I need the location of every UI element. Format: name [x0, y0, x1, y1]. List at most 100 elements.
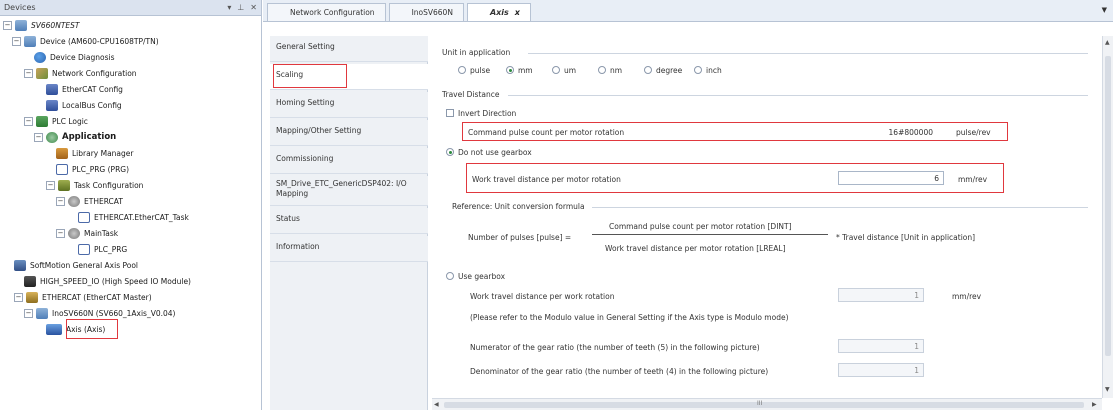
- tree-node-ethercat-config[interactable]: EtherCAT Config: [46, 82, 123, 96]
- expander-icon[interactable]: −: [24, 308, 33, 318]
- use-gearbox-radio[interactable]: [446, 272, 454, 280]
- unit-inch-radio[interactable]: [694, 66, 702, 74]
- travel-group-divider: [508, 95, 1088, 96]
- vertical-scrollbar[interactable]: ▲ ▼: [1102, 36, 1113, 398]
- task-gear-icon: [68, 195, 80, 207]
- scroll-left-icon[interactable]: ◀: [434, 401, 439, 408]
- gear-work-travel-label: Work travel distance per work rotation: [470, 292, 615, 301]
- no-gearbox-radio[interactable]: [446, 148, 454, 156]
- ethercat-config-icon: [46, 83, 58, 95]
- tree-node-plc-prg[interactable]: PLC_PRG (PRG): [56, 162, 129, 176]
- tree-node-device[interactable]: − Device (AM600-CPU1608TP/TN): [12, 34, 159, 48]
- close-panel-icon[interactable]: ✕: [250, 3, 257, 12]
- scaling-content: Unit in application pulse mm um nm degre…: [432, 36, 1102, 398]
- library-icon: [56, 147, 68, 159]
- tab-axis[interactable]: Axis x: [466, 3, 531, 21]
- invert-direction-checkbox[interactable]: [446, 109, 454, 117]
- tab-label: InoSV660N: [411, 8, 453, 17]
- nav-information[interactable]: Information: [270, 236, 428, 262]
- tree-node-plc-logic[interactable]: − PLC Logic: [24, 114, 88, 128]
- horizontal-scrollbar[interactable]: ◀ III ▶: [432, 398, 1102, 410]
- editor-tabs: Network Configuration InoSV660N Axis x ▼: [263, 0, 1113, 22]
- tree-node-high-speed-io[interactable]: HIGH_SPEED_IO (High Speed IO Module): [24, 274, 191, 288]
- invert-direction-label: Invert Direction: [458, 109, 517, 118]
- io-module-icon: [24, 275, 36, 287]
- denominator-field[interactable]: 1: [838, 363, 924, 377]
- scroll-right-icon[interactable]: ▶: [1092, 401, 1097, 408]
- vertical-scroll-thumb[interactable]: [1105, 56, 1111, 356]
- tree-node-task-configuration[interactable]: − Task Configuration: [46, 178, 143, 192]
- tree-node-library-manager[interactable]: Library Manager: [56, 146, 133, 160]
- numerator-field[interactable]: 1: [838, 339, 924, 353]
- scroll-up-icon[interactable]: ▲: [1105, 39, 1110, 46]
- tree-node-network-configuration[interactable]: − Network Configuration: [24, 66, 137, 80]
- nav-general-setting[interactable]: General Setting: [270, 36, 428, 62]
- tab-inosv660n[interactable]: InoSV660N: [388, 3, 464, 21]
- expander-icon[interactable]: −: [14, 292, 23, 302]
- unit-mm-radio[interactable]: [506, 66, 514, 74]
- tree-node-ethercat-task-call[interactable]: ETHERCAT.EtherCAT_Task: [78, 210, 189, 224]
- tree-node-device-diagnosis[interactable]: Device Diagnosis: [34, 50, 115, 64]
- axis-highlight-box: [66, 319, 118, 339]
- nav-homing-setting[interactable]: Homing Setting: [270, 92, 428, 118]
- tab-network-configuration[interactable]: Network Configuration: [267, 3, 386, 21]
- tree-node-softmotion-axis-pool[interactable]: SoftMotion General Axis Pool: [14, 258, 138, 272]
- axis-settings-nav: General Setting Scaling Homing Setting M…: [270, 36, 428, 410]
- tree-node-label: PLC_PRG: [94, 244, 128, 254]
- nav-commissioning[interactable]: Commissioning: [270, 148, 428, 174]
- tree-node-inosv660n[interactable]: − InoSV660N (SV660_1Axis_V0.04): [24, 306, 175, 320]
- tree-node-ethercat-task[interactable]: − ETHERCAT: [56, 194, 123, 208]
- formula-title: Reference: Unit conversion formula: [452, 202, 585, 211]
- scroll-down-icon[interactable]: ▼: [1105, 386, 1110, 393]
- pin-dropdown-icon[interactable]: ▾: [227, 3, 231, 12]
- tree-node-project[interactable]: − SV660NTEST: [3, 18, 79, 32]
- expander-icon[interactable]: −: [24, 116, 33, 126]
- scroll-grip-icon: III: [757, 400, 763, 407]
- expander-icon[interactable]: −: [12, 36, 21, 46]
- tree-node-ethercat-master[interactable]: − ETHERCAT (EtherCAT Master): [14, 290, 152, 304]
- tree-node-label: SoftMotion General Axis Pool: [30, 260, 139, 270]
- tree-node-label: InoSV660N (SV660_1Axis_V0.04): [52, 308, 176, 318]
- dock-icon[interactable]: ⊥: [237, 3, 244, 12]
- expander-icon[interactable]: −: [56, 196, 65, 206]
- gear-work-travel-unit: mm/rev: [952, 292, 982, 301]
- unit-degree-radio[interactable]: [644, 66, 652, 74]
- tree-node-label: EtherCAT Config: [62, 84, 123, 94]
- unit-um-radio[interactable]: [552, 66, 560, 74]
- tree-node-label: HIGH_SPEED_IO (High Speed IO Module): [40, 276, 191, 286]
- device-icon: [396, 8, 406, 18]
- unit-um-label: um: [564, 66, 577, 75]
- unit-pulse-radio[interactable]: [458, 66, 466, 74]
- expander-icon[interactable]: −: [46, 180, 55, 190]
- tree-node-label: PLC_PRG (PRG): [72, 164, 130, 174]
- scaling-highlight-box: [273, 64, 347, 88]
- close-tab-icon[interactable]: x: [515, 8, 520, 17]
- expander-icon[interactable]: −: [34, 132, 43, 142]
- tree-node-label: MainTask: [84, 228, 119, 238]
- program-icon: [56, 163, 68, 175]
- formula-right: * Travel distance [Unit in application]: [836, 233, 976, 242]
- work-travel-highlight-box: [466, 163, 1004, 193]
- localbus-config-icon: [46, 99, 58, 111]
- horizontal-scroll-thumb[interactable]: [444, 402, 1084, 408]
- application-icon: [46, 131, 58, 143]
- gear-work-travel-field[interactable]: 1: [838, 288, 924, 302]
- nav-mapping-other-setting[interactable]: Mapping/Other Setting: [270, 120, 428, 146]
- devices-panel-title: Devices: [4, 3, 36, 12]
- tree-node-maintask[interactable]: − MainTask: [56, 226, 118, 240]
- expander-icon[interactable]: −: [3, 20, 12, 30]
- formula-left: Number of pulses [pulse] =: [468, 233, 572, 242]
- tab-label: Axis: [489, 8, 509, 17]
- nav-status[interactable]: Status: [270, 208, 428, 234]
- axis-icon: [46, 323, 62, 335]
- expander-icon[interactable]: −: [56, 228, 65, 238]
- tree-node-plc-prg-call[interactable]: PLC_PRG: [78, 242, 127, 256]
- tree-node-localbus-config[interactable]: LocalBus Config: [46, 98, 122, 112]
- unit-nm-radio[interactable]: [598, 66, 606, 74]
- expander-icon[interactable]: −: [24, 68, 33, 78]
- tree-node-application[interactable]: − Application: [34, 130, 116, 144]
- tree-node-label: Task Configuration: [74, 180, 144, 190]
- tab-list-dropdown-icon[interactable]: ▼: [1102, 6, 1107, 14]
- nav-io-mapping[interactable]: SM_Drive_ETC_GenericDSP402: I/O Mapping: [270, 176, 428, 206]
- tree-node-label: Library Manager: [72, 148, 134, 158]
